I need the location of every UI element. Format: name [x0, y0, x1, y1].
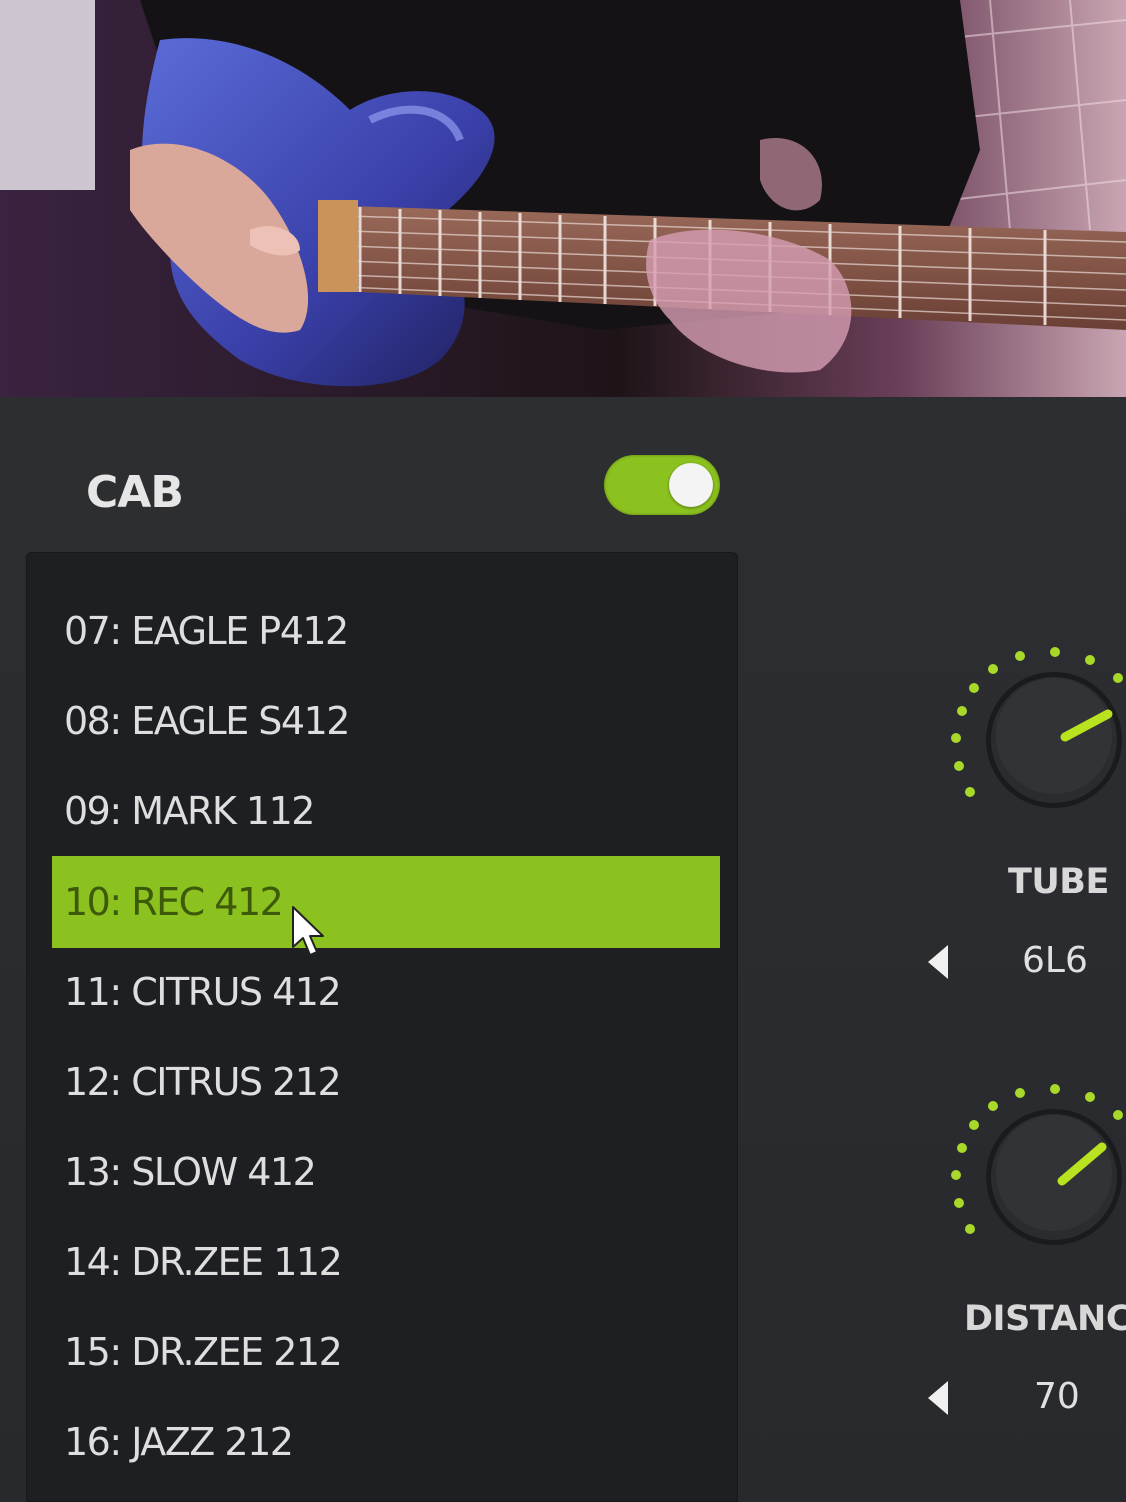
cab-list-item[interactable]: 15: DR.ZEE 212 [52, 1306, 720, 1398]
cab-list-item[interactable]: 08: EAGLE S412 [52, 675, 720, 767]
app-root: CAB 07: EAGLE P412 08: EAGLE S412 09: MA… [0, 0, 1126, 1502]
triangle-left-icon[interactable] [928, 1381, 948, 1415]
cab-list-item[interactable]: 11: CITRUS 412 [52, 946, 720, 1038]
guitar-player-image [0, 0, 1126, 397]
cab-title: CAB [86, 467, 184, 518]
triangle-left-icon[interactable] [928, 945, 948, 979]
cab-enable-toggle[interactable] [604, 455, 720, 515]
cab-list[interactable]: 07: EAGLE P412 08: EAGLE S412 09: MARK 1… [26, 552, 738, 1502]
cab-list-item[interactable]: 13: SLOW 412 [52, 1126, 720, 1218]
cab-list-item[interactable]: 12: CITRUS 212 [52, 1036, 720, 1128]
cab-list-item[interactable]: 09: MARK 112 [52, 765, 720, 857]
video-frame [0, 0, 1126, 397]
cab-list-item[interactable]: 07: EAGLE P412 [52, 585, 720, 677]
distance-knob[interactable] [940, 1069, 1126, 1259]
plugin-panel: CAB 07: EAGLE P412 08: EAGLE S412 09: MA… [0, 397, 1126, 1502]
cab-list-item-selected[interactable]: 10: REC 412 [52, 856, 720, 948]
tube-label: TUBE [1008, 862, 1109, 902]
tube-knob[interactable] [940, 632, 1126, 822]
cab-list-item[interactable]: 16: JAZZ 212 [52, 1396, 720, 1488]
distance-value: 70 [1034, 1376, 1080, 1417]
cab-list-item[interactable]: 14: DR.ZEE 112 [52, 1216, 720, 1308]
tube-value: 6L6 [1022, 940, 1088, 981]
distance-label: DISTANC [964, 1299, 1126, 1339]
toggle-thumb[interactable] [669, 463, 713, 507]
